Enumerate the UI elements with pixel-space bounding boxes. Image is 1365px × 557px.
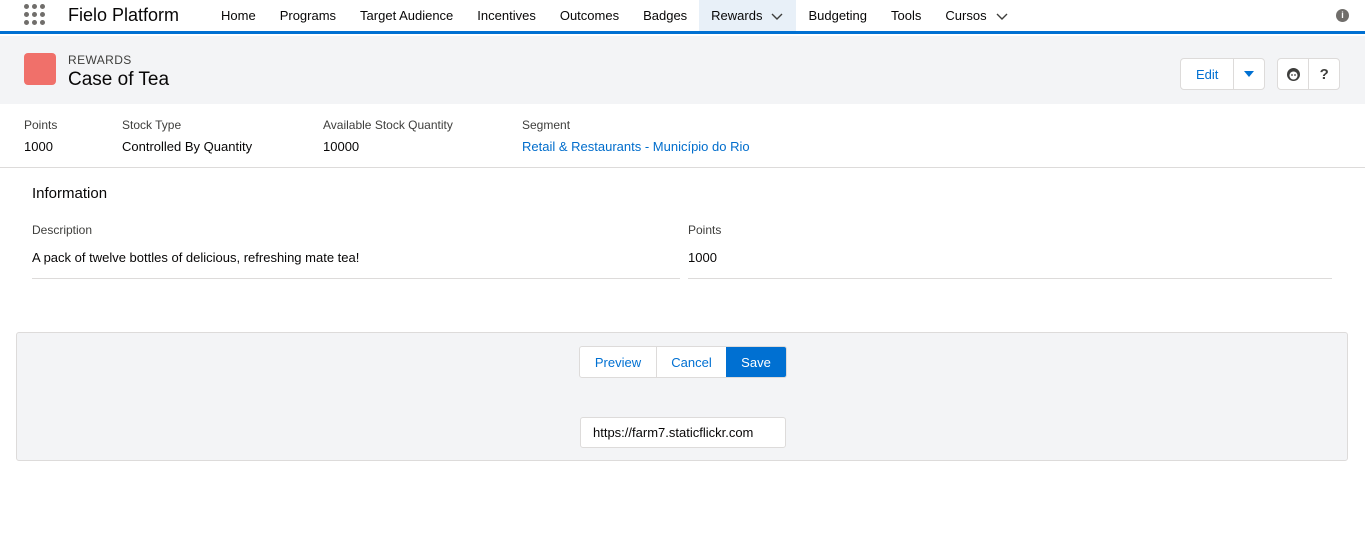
nav-tab-label: Rewards <box>711 8 763 23</box>
chevron-down-icon[interactable] <box>770 9 784 23</box>
highlight-label: Points <box>24 118 58 132</box>
global-nav: Fielo Platform Home Programs Target Audi… <box>0 0 1365 34</box>
nav-tab-programs[interactable]: Programs <box>268 0 348 31</box>
nav-tab-label: Incentives <box>477 8 536 23</box>
highlight-label: Available Stock Quantity <box>323 118 453 132</box>
nav-tab-home[interactable]: Home <box>209 0 268 31</box>
nav-tabs: Home Programs Target Audience Incentives… <box>209 0 1021 31</box>
nav-tab-budgeting[interactable]: Budgeting <box>796 0 879 31</box>
nav-tab-outcomes[interactable]: Outcomes <box>548 0 631 31</box>
image-url-input[interactable] <box>580 417 786 448</box>
nav-tab-label: Target Audience <box>360 8 454 23</box>
edit-panel: Preview Cancel Save <box>16 332 1348 461</box>
nav-tab-label: Budgeting <box>808 8 868 23</box>
description-field: Description A pack of twelve bottles of … <box>32 223 680 279</box>
record-title: Case of Tea <box>68 69 170 90</box>
cancel-button[interactable]: Cancel <box>656 347 726 377</box>
edit-button-group: Edit <box>1180 58 1265 90</box>
nav-tab-label: Outcomes <box>559 8 620 23</box>
help-button[interactable]: ? <box>1308 59 1339 89</box>
field-label: Points <box>688 223 722 237</box>
highlight-points: Points 1000 <box>24 118 57 154</box>
highlight-value: 1000 <box>24 139 53 154</box>
more-actions-button[interactable] <box>1233 59 1264 89</box>
nav-tab-badges[interactable]: Badges <box>631 0 699 31</box>
feedback-button[interactable] <box>1278 59 1308 89</box>
highlight-label: Stock Type <box>122 118 182 132</box>
highlight-value: Controlled By Quantity <box>122 139 253 154</box>
caret-down-icon <box>1244 71 1255 77</box>
nav-tab-target-audience[interactable]: Target Audience <box>348 0 465 31</box>
nav-tab-label: Badges <box>643 8 688 23</box>
utility-button-group: ? <box>1277 58 1340 90</box>
record-header: REWARDS Case of Tea Edit ? <box>0 36 1365 104</box>
app-launcher-icon[interactable] <box>0 0 48 31</box>
nav-tab-label: Programs <box>279 8 337 23</box>
highlights-panel: Points 1000 Stock Type Controlled By Qua… <box>0 104 1365 168</box>
nav-tab-tools[interactable]: Tools <box>879 0 933 31</box>
object-type-label: REWARDS <box>68 53 132 67</box>
chevron-down-icon[interactable] <box>995 9 1009 23</box>
segment-link[interactable]: Retail & Restaurants - Município do Rio <box>522 139 750 154</box>
highlight-label: Segment <box>522 118 571 132</box>
nav-tab-incentives[interactable]: Incentives <box>465 0 548 31</box>
field-label: Description <box>32 223 93 237</box>
nav-tab-cursos[interactable]: Cursos <box>933 0 1020 31</box>
highlight-stock-type: Stock Type Controlled By Quantity <box>122 118 252 154</box>
nav-tab-rewards[interactable]: Rewards <box>699 0 797 31</box>
highlight-value: 10000 <box>323 139 360 154</box>
app-name: Fielo Platform <box>68 5 180 25</box>
highlight-segment: Segment Retail & Restaurants - Município… <box>522 118 750 154</box>
field-value: 1000 <box>688 250 717 265</box>
reward-object-icon <box>24 53 56 85</box>
nav-tab-label: Tools <box>891 8 922 23</box>
section-title: Information <box>32 185 108 202</box>
edit-button[interactable]: Edit <box>1181 59 1233 89</box>
action-button-group: Preview Cancel Save <box>579 346 787 378</box>
info-icon[interactable]: i <box>1336 9 1349 22</box>
nav-tab-label: Home <box>221 8 256 23</box>
save-button[interactable]: Save <box>726 347 786 377</box>
nav-tab-label: Cursos <box>945 8 987 23</box>
field-value: A pack of twelve bottles of delicious, r… <box>32 250 360 265</box>
avatar-icon <box>1286 67 1300 81</box>
information-section: Information Description A pack of twelve… <box>0 168 1365 314</box>
preview-button[interactable]: Preview <box>580 347 656 377</box>
points-field: Points 1000 <box>688 223 1332 279</box>
highlight-available-stock: Available Stock Quantity 10000 <box>323 118 453 154</box>
